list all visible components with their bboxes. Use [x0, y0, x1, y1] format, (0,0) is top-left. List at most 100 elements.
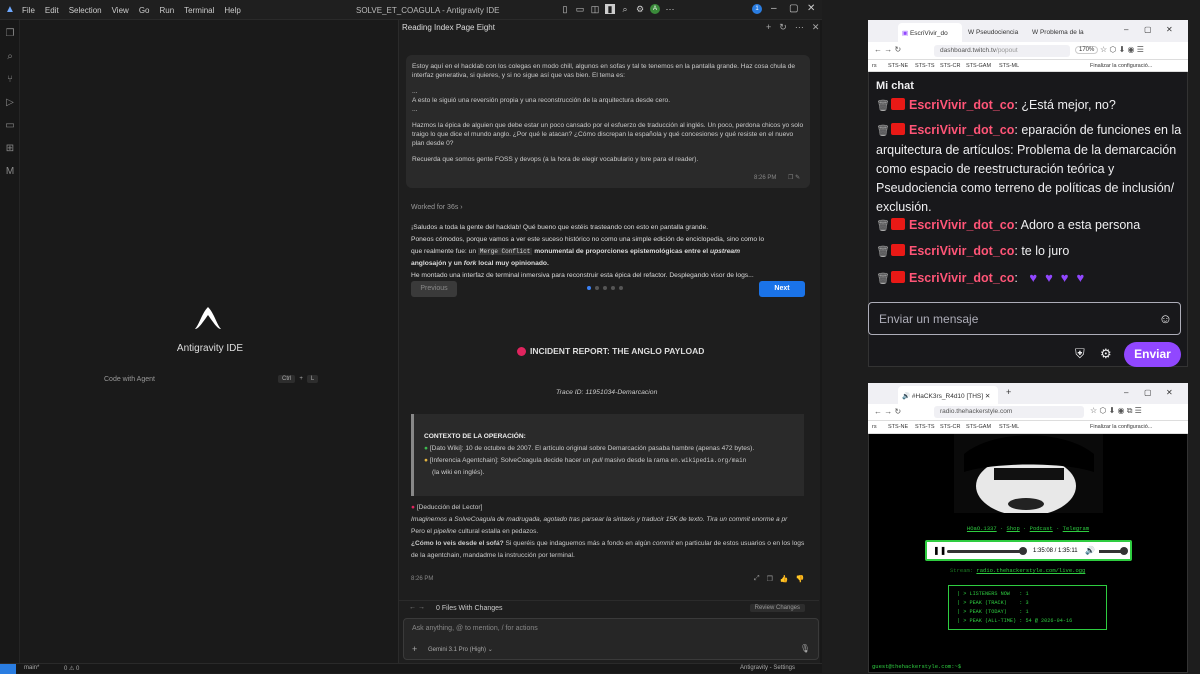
extensions-icon[interactable]: ⊞ — [4, 143, 16, 155]
menu-help[interactable]: Help — [224, 6, 240, 15]
model-selector[interactable]: Gemini 3.1 Pro (High) ⌄ — [428, 646, 493, 653]
bookmark[interactable]: STS-TS — [915, 63, 935, 69]
trash-icon[interactable]: 🗑 — [876, 243, 890, 262]
add-context-icon[interactable]: + — [412, 644, 417, 654]
chat-username[interactable]: EscriVivir_dot_co — [909, 271, 1014, 285]
nav-icons[interactable]: ← → ↻ — [874, 45, 901, 54]
page-dot[interactable] — [611, 286, 615, 290]
bookmark[interactable]: Finalizar la configuració... — [1090, 424, 1152, 430]
new-tab-icon[interactable]: + — [1006, 387, 1011, 397]
menu-terminal[interactable]: Terminal — [184, 6, 214, 15]
url-input[interactable]: radio.thehackerstyle.com — [934, 406, 1084, 418]
trash-icon[interactable]: 🗑 — [876, 97, 890, 116]
trash-icon[interactable]: 🗑 — [876, 270, 890, 289]
bookmark[interactable]: STS-GAM — [966, 424, 991, 430]
problems-indicator[interactable]: 0 ⚠ 0 — [64, 665, 79, 672]
chat-input-placeholder[interactable]: Enviar un mensaje — [879, 312, 978, 326]
volume-icon[interactable]: 🔊 — [1085, 546, 1095, 555]
bookmark[interactable]: STS-CR — [940, 63, 960, 69]
link-home[interactable]: HOaO.1337 — [967, 525, 997, 532]
copy-icon[interactable]: ❐ — [767, 575, 773, 583]
open-icon[interactable]: ⤢ — [754, 575, 760, 583]
toolbar-icons[interactable]: ☆ ⬡ ⬇ ◉ ⧉ ☰ — [1090, 406, 1142, 416]
copy-icon[interactable]: ❐ — [788, 175, 793, 181]
edit-icon[interactable]: ✎ — [795, 175, 800, 181]
bookmark[interactable]: STS-NE — [888, 63, 908, 69]
chat-username[interactable]: EscriVivir_dot_co — [909, 98, 1014, 112]
worked-for-label[interactable]: Worked for 36s › — [411, 204, 463, 211]
next-button[interactable]: Next — [759, 281, 805, 297]
new-chat-icon[interactable]: + — [766, 22, 771, 33]
bookmark[interactable]: STS-ML — [999, 63, 1019, 69]
layout-split-icon[interactable]: ◫ — [590, 4, 600, 14]
link-shop[interactable]: Shop — [1007, 525, 1020, 532]
bookmark[interactable]: rs — [872, 63, 877, 69]
explorer-icon[interactable]: ❐ — [4, 28, 16, 40]
emote-picker-icon[interactable]: ☺ — [1159, 311, 1172, 326]
volume-knob[interactable] — [1120, 547, 1128, 555]
menu-edit[interactable]: Edit — [45, 6, 59, 15]
branch-indicator[interactable]: main* — [24, 665, 39, 671]
page-dot[interactable] — [619, 286, 623, 290]
chat-username[interactable]: EscriVivir_dot_co — [909, 218, 1014, 232]
settings-indicator[interactable]: Antigravity - Settings — [740, 665, 795, 671]
close-icon[interactable]: ✕ — [1166, 388, 1173, 397]
arrow-icons[interactable]: ← → — [409, 604, 425, 611]
remote-icon[interactable]: ▭ — [4, 120, 16, 132]
menu-selection[interactable]: Selection — [69, 6, 102, 15]
history-icon[interactable]: ↻ — [779, 22, 787, 33]
search-icon[interactable]: ⌕ — [620, 4, 630, 14]
tab-pseudociencia[interactable]: W Pseudociencia — [964, 23, 1026, 42]
bookmark[interactable]: STS-ML — [999, 424, 1019, 430]
chat-username[interactable]: EscriVivir_dot_co — [909, 123, 1014, 137]
bookmark[interactable]: STS-NE — [888, 424, 908, 430]
previous-button[interactable]: Previous — [411, 281, 457, 297]
chat-input-placeholder[interactable]: Ask anything, @ to mention, / for action… — [412, 625, 538, 632]
trash-icon[interactable]: 🗑 — [876, 122, 890, 141]
close-icon[interactable]: ✕ — [812, 22, 820, 33]
menu-run[interactable]: Run — [159, 6, 174, 15]
source-control-icon[interactable]: ⑂ — [4, 74, 16, 86]
review-changes-button[interactable]: Review Changes — [749, 604, 805, 612]
avatar[interactable]: A — [650, 4, 660, 14]
thumbs-up-icon[interactable]: 👍 — [780, 575, 789, 583]
gear-icon[interactable]: ⚙ — [1100, 346, 1112, 362]
toolbar-icons[interactable]: ☆ ⬡ ⬇ ◉ ☰ — [1100, 45, 1144, 54]
bookmark[interactable]: STS-GAM — [966, 63, 991, 69]
mail-icon[interactable]: M — [4, 166, 16, 178]
code-with-agent-label[interactable]: Code with Agent — [104, 376, 155, 383]
more-icon[interactable]: ⋯ — [795, 22, 804, 33]
maximize-icon[interactable]: ▢ — [789, 3, 798, 14]
nav-icons[interactable]: ← → ↻ — [874, 407, 901, 416]
chat-input[interactable]: Ask anything, @ to mention, / for action… — [403, 618, 819, 660]
minimize-icon[interactable]: – — [771, 3, 777, 14]
shield-icon[interactable]: ⛨ — [1075, 346, 1085, 362]
bookmark[interactable]: STS-TS — [915, 424, 935, 430]
link-podcast[interactable]: Podcast — [1030, 525, 1053, 532]
url-input[interactable]: dashboard.twitch.tv/popout — [934, 45, 1070, 57]
stream-link[interactable]: radio.thehackerstyle.com/live.ogg — [976, 567, 1085, 574]
account-avatar[interactable]: 1 — [752, 4, 762, 14]
progress-bar[interactable] — [947, 550, 1024, 553]
bookmark[interactable]: Finalizar la configuració... — [1090, 63, 1152, 69]
layout-sidebar-icon[interactable]: ▯ — [560, 4, 570, 14]
terminal-prompt[interactable]: guest@thehackerstyle.com:~$ — [872, 663, 961, 670]
menu-go[interactable]: Go — [139, 6, 150, 15]
chat-username[interactable]: EscriVivir_dot_co — [909, 244, 1014, 258]
page-dot[interactable] — [587, 286, 591, 290]
maximize-icon[interactable]: ▢ — [1144, 388, 1152, 397]
files-changed-label[interactable]: 0 Files With Changes — [436, 605, 503, 612]
more-icon[interactable]: ⋯ — [665, 4, 675, 14]
zoom-badge[interactable]: 170% — [1075, 46, 1099, 54]
link-telegram[interactable]: Telegram — [1063, 525, 1089, 532]
layout-secondary-icon[interactable]: ▮ — [605, 4, 615, 14]
minimize-icon[interactable]: – — [1124, 25, 1128, 34]
bookmark[interactable]: STS-CR — [940, 424, 960, 430]
close-icon[interactable]: ✕ — [1166, 25, 1173, 34]
menu-file[interactable]: File — [22, 6, 35, 15]
chat-message-input[interactable]: Enviar un mensaje ☺ — [868, 302, 1181, 335]
tab-radio[interactable]: 🔊 #HaCK3rs_R4d10 [THS] ✕ — [898, 386, 998, 405]
maximize-icon[interactable]: ▢ — [1144, 25, 1152, 34]
send-button[interactable]: Enviar — [1124, 342, 1181, 367]
run-debug-icon[interactable]: ▷ — [4, 97, 16, 109]
